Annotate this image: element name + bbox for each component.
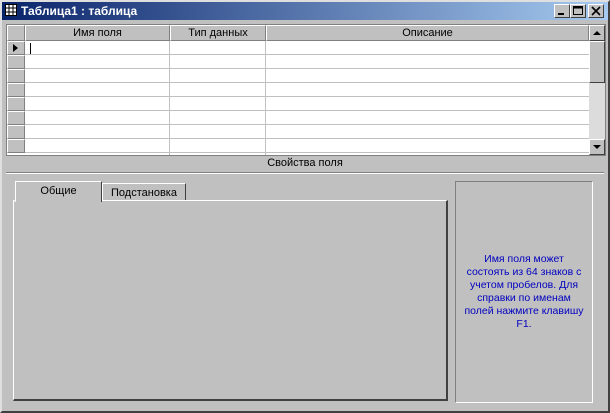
grid-header: Имя поля Тип данных Описание	[7, 25, 589, 41]
grid-column-line	[265, 41, 266, 155]
grid-row-line	[25, 54, 589, 55]
grid-corner	[7, 25, 25, 41]
row-selector[interactable]	[7, 139, 25, 153]
row-selector[interactable]	[7, 69, 25, 83]
window-title: Таблица1 : таблица	[21, 4, 138, 18]
field-grid[interactable]: Имя поля Тип данных Описание	[6, 24, 606, 156]
field-properties-label: Свойства поля	[267, 157, 343, 169]
table-design-window: Таблица1 : таблица Имя поля Тип данных О…	[0, 0, 610, 413]
maximize-button[interactable]	[570, 4, 586, 18]
row-selector[interactable]	[7, 41, 25, 55]
column-header-field-name[interactable]: Имя поля	[25, 25, 170, 41]
scroll-up-button[interactable]	[589, 25, 605, 41]
tab-lookup[interactable]: Подстановка	[102, 183, 186, 201]
minimize-button[interactable]	[554, 4, 570, 18]
scroll-down-button[interactable]	[589, 139, 605, 155]
vertical-scrollbar[interactable]	[589, 25, 605, 155]
column-header-description[interactable]: Описание	[266, 25, 589, 41]
close-icon	[591, 6, 601, 16]
general-tab-panel	[13, 200, 448, 401]
divider	[6, 173, 604, 174]
row-selector[interactable]	[7, 83, 25, 97]
grid-row-line	[25, 138, 589, 139]
row-selector[interactable]	[7, 55, 25, 69]
minimize-icon	[558, 13, 564, 15]
column-header-data-type[interactable]: Тип данных	[170, 25, 266, 41]
grid-row-line	[25, 68, 589, 69]
row-selector[interactable]	[7, 125, 25, 139]
grid-row-line	[25, 96, 589, 97]
close-button[interactable]	[588, 4, 604, 18]
scroll-thumb[interactable]	[589, 41, 605, 83]
arrow-down-icon	[593, 145, 601, 149]
grid-column-line	[169, 41, 170, 155]
help-panel: Имя поля может состоять из 64 знаков с у…	[455, 181, 593, 403]
row-selector[interactable]	[7, 97, 25, 111]
grid-row-line	[25, 82, 589, 83]
arrow-right-icon	[13, 44, 18, 52]
arrow-up-icon	[593, 31, 601, 35]
grid-row-line	[25, 110, 589, 111]
title-bar[interactable]: Таблица1 : таблица	[2, 2, 608, 20]
grid-row-line	[25, 152, 589, 153]
maximize-icon	[573, 6, 583, 15]
help-text: Имя поля может состоять из 64 знаков с у…	[464, 253, 584, 330]
grid-row-line	[25, 124, 589, 125]
text-caret	[30, 43, 31, 54]
row-selector[interactable]	[7, 111, 25, 125]
tab-general[interactable]: Общие	[15, 181, 102, 202]
table-icon	[5, 4, 17, 16]
